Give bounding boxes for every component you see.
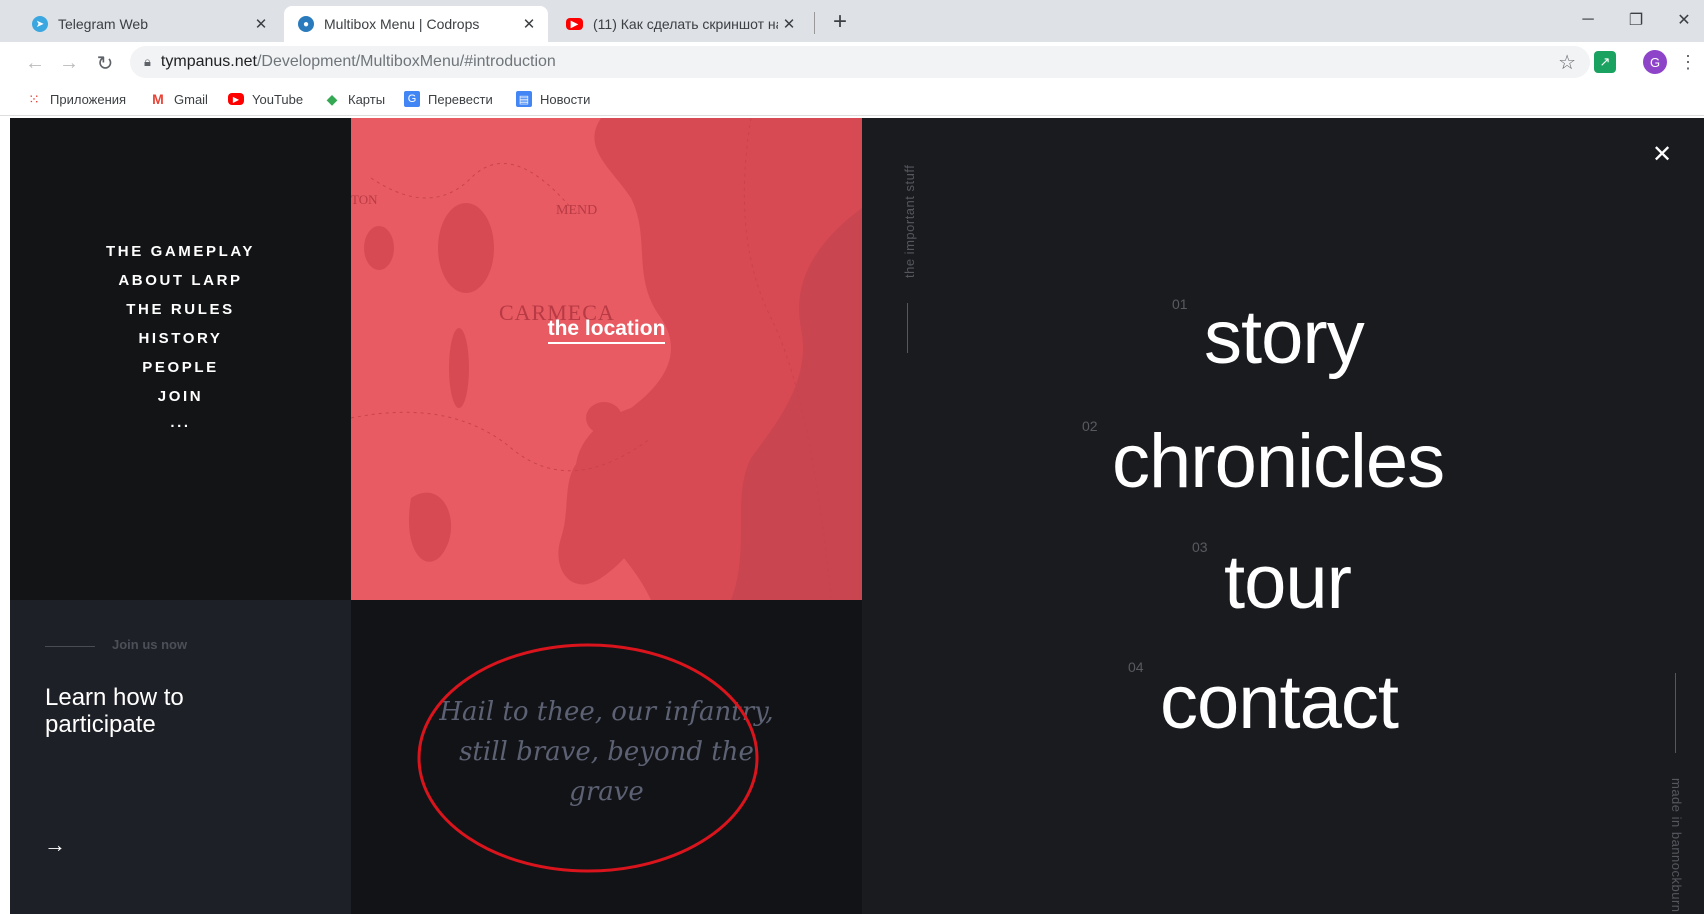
join-kicker: Join us now: [112, 637, 188, 652]
apps-grid-icon: ⁙: [28, 90, 40, 107]
arrow-right-icon[interactable]: →: [44, 832, 66, 858]
bookmark-label: Новости: [540, 91, 591, 107]
lock-icon: 🔒︎: [144, 54, 151, 69]
back-button[interactable]: ←: [22, 50, 48, 76]
minimize-button[interactable]: ─: [1568, 6, 1608, 34]
tab-codrops[interactable]: ● Multibox Menu | Codrops ✕: [284, 6, 548, 42]
url-host: tympanus.net: [160, 53, 257, 70]
restore-button[interactable]: ❐: [1616, 6, 1656, 34]
side-label-bottom: made in bannockburn: [1669, 778, 1684, 913]
close-tab-icon[interactable]: ✕: [518, 15, 540, 33]
profile-avatar[interactable]: G: [1643, 50, 1667, 74]
side-rule-bottom: [1675, 673, 1676, 753]
gmail-icon: M: [152, 91, 164, 107]
menu-item-label: story: [1204, 295, 1365, 380]
map-label-ton: TON: [351, 192, 378, 207]
maps-icon: ◆: [326, 90, 338, 107]
bookmark-label: YouTube: [252, 91, 304, 107]
bookmark-translate[interactable]: G Перевести: [404, 88, 493, 110]
bookmark-youtube[interactable]: ▶ YouTube: [228, 88, 303, 110]
tab-title: Telegram Web: [58, 16, 149, 32]
menu-item-number: 04: [1128, 659, 1144, 675]
multibox-menu: THE GAMEPLAY ABOUT LARP THE RULES HISTOR…: [10, 118, 1704, 914]
arrow-right-icon: →: [59, 51, 79, 74]
bookmark-label: Приложения: [50, 91, 127, 107]
bookmark-apps[interactable]: ⁙ Приложения: [26, 88, 126, 110]
bookmark-maps[interactable]: ◆ Карты: [324, 88, 385, 110]
side-label-top: the important stuff: [902, 164, 917, 278]
bookmark-star-icon[interactable]: ☆: [1558, 50, 1576, 75]
menu-item-number: 01: [1172, 296, 1188, 312]
nav-item-rules[interactable]: THE RULES: [10, 301, 351, 318]
bookmark-gmail[interactable]: M Gmail: [150, 88, 208, 110]
join-box[interactable]: Join us now Learn how to participate →: [10, 600, 351, 914]
menu-item-number: 02: [1082, 418, 1098, 434]
close-menu-button[interactable]: ✕: [1652, 143, 1672, 167]
nav-item-history[interactable]: HISTORY: [10, 330, 351, 347]
codrops-icon: ●: [298, 16, 314, 32]
bookmark-label: Перевести: [428, 91, 493, 107]
youtube-icon: ▶: [228, 93, 244, 105]
menu-item-label: tour: [1224, 540, 1352, 625]
location-link[interactable]: the location: [547, 317, 666, 344]
news-icon: ▤: [516, 91, 532, 107]
youtube-icon: ▶: [566, 18, 583, 30]
close-tab-icon[interactable]: ✕: [250, 15, 272, 33]
map-illustration: CARMECA MEND TON: [351, 118, 862, 600]
side-rule-top: [907, 303, 908, 353]
reload-icon: ↻: [96, 52, 114, 75]
join-title-line-2: participate: [45, 711, 156, 738]
tab-youtube[interactable]: ▶ (11) Как сделать скриншот на н ✕: [552, 6, 808, 42]
extension-icon[interactable]: ↗: [1594, 51, 1616, 73]
bookmark-label: Gmail: [174, 91, 208, 107]
tab-divider: [814, 12, 815, 34]
tab-title: (11) Как сделать скриншот на н: [593, 16, 778, 32]
bookmark-label: Карты: [348, 91, 386, 107]
join-title[interactable]: Learn how to participate: [45, 684, 184, 738]
join-title-line-1: Learn how to: [45, 684, 184, 711]
nav-item-gameplay[interactable]: THE GAMEPLAY: [10, 243, 351, 260]
arrow-left-icon: ←: [25, 51, 45, 74]
telegram-icon: ➤: [32, 16, 48, 32]
nav-item-people[interactable]: PEOPLE: [10, 359, 351, 376]
quote-box: Hail to thee, our infantry, still brave,…: [351, 600, 862, 914]
nav-item-join[interactable]: JOIN: [10, 388, 351, 405]
address-bar[interactable]: 🔒︎ tympanus.net/Development/MultiboxMenu…: [130, 46, 1590, 78]
menu-item-number: 03: [1192, 539, 1208, 555]
location-box[interactable]: CARMECA MEND TON the location: [351, 118, 862, 600]
reload-button[interactable]: ↻: [92, 50, 118, 76]
main-menu-box: the important stuff ✕ 01 story 02 chroni…: [862, 118, 1704, 914]
nav-item-about-larp[interactable]: ABOUT LARP: [10, 272, 351, 289]
map-label-mend: MEND: [556, 203, 597, 218]
tab-title: Multibox Menu | Codrops: [324, 16, 480, 32]
bookmark-news[interactable]: ▤ Новости: [516, 88, 590, 110]
kebab-menu-icon[interactable]: ⋮: [1679, 48, 1697, 76]
nav-item-more[interactable]: ...: [10, 414, 351, 431]
menu-item-label: chronicles: [1112, 419, 1445, 504]
kicker-line: [45, 646, 95, 647]
new-tab-button[interactable]: +: [826, 8, 854, 36]
menu-item-label: contact: [1160, 660, 1399, 745]
red-annotation-ellipse: [417, 643, 759, 873]
forward-button[interactable]: →: [56, 50, 82, 76]
window-close-button[interactable]: ✕: [1664, 6, 1704, 34]
translate-icon: G: [404, 91, 420, 107]
location-link-wrap: the location: [351, 317, 862, 344]
tab-telegram[interactable]: ➤ Telegram Web ✕: [18, 6, 280, 42]
nav-box: THE GAMEPLAY ABOUT LARP THE RULES HISTOR…: [10, 118, 351, 600]
url-path: /Development/MultiboxMenu/#introduction: [256, 53, 556, 70]
close-tab-icon[interactable]: ✕: [778, 15, 800, 33]
